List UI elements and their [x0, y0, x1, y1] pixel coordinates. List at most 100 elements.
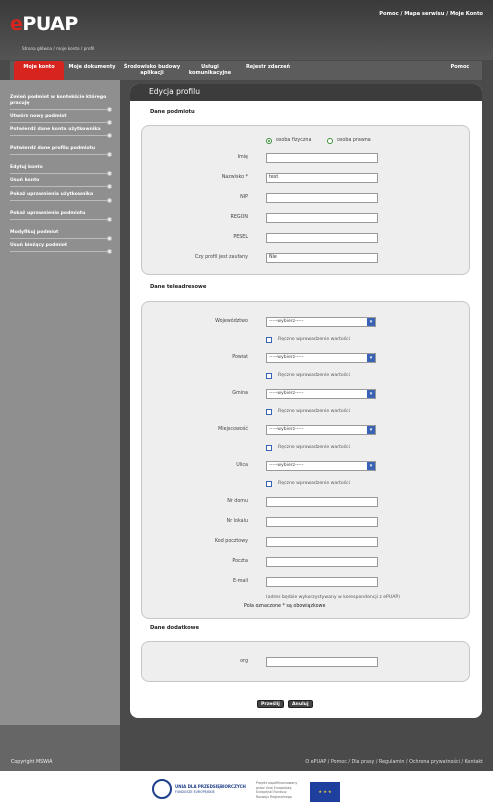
sidebar-item-usun-podmiot[interactable]: Usuń bieżący podmiot: [10, 243, 112, 254]
copyright: Copyright MSWiA: [11, 760, 53, 765]
miejscowosc-select[interactable]: -----wybierz----- ▾: [266, 425, 376, 435]
footer-link-kontakt[interactable]: Kontakt: [465, 760, 483, 765]
eu-flag-icon: ★ ★ ★: [310, 782, 340, 802]
select-row-ulica: Ulica -----wybierz----- ▾: [142, 461, 469, 472]
select-row-miejscowosc: Miejscowość -----wybierz----- ▾: [142, 425, 469, 436]
bullet-icon: [107, 107, 112, 112]
top-links: Pomoc / Mapa serwisu / Moje Konto: [379, 11, 483, 17]
manual-wojewodztwo-checkbox[interactable]: [266, 337, 272, 343]
nav-pomoc[interactable]: Pomoc: [442, 61, 478, 80]
manual-row-miejscowosc: Ręczne wprowadzenie wartości: [142, 443, 469, 454]
manual-row-ulica: Ręczne wprowadzenie wartości: [142, 479, 469, 490]
nav-moje-konto[interactable]: Moje konto: [14, 61, 64, 80]
footer-link-o-epuap[interactable]: O ePUAP: [305, 760, 326, 765]
bullet-icon: [107, 152, 112, 157]
content-panel: Edycja profilu Dane podmiotu osoba fizyc…: [130, 84, 482, 718]
bullet-icon: [107, 171, 112, 176]
sidebar: Zmień podmiot w kontekście którego pracu…: [0, 80, 120, 771]
breadcrumb[interactable]: Strona główna / moje konto / profil: [22, 46, 94, 51]
sidebar-item-usun-konto[interactable]: Usuń konto: [10, 178, 112, 189]
select-row-gmina: Gmina -----wybierz----- ▾: [142, 389, 469, 400]
submit-button[interactable]: Prześlij: [257, 700, 284, 708]
manual-miejscowosc-checkbox[interactable]: [266, 445, 272, 451]
sidebar-item-utworz-podmiot[interactable]: Utwórz nowy podmiot: [10, 114, 112, 125]
email-field[interactable]: [266, 577, 378, 587]
nav-moje-dokumenty[interactable]: Moje dokumenty: [64, 61, 120, 80]
field-row-pesel: PESEL: [142, 233, 469, 244]
bullet-icon: [107, 249, 112, 254]
box-podmiot: osoba fizyczna osoba prawna Imię Nazwisk…: [141, 125, 470, 275]
manual-row-powiat: Ręczne wprowadzenie wartości: [142, 371, 469, 382]
help-link[interactable]: Pomoc: [379, 11, 398, 17]
manual-powiat-checkbox[interactable]: [266, 373, 272, 379]
ulica-select[interactable]: -----wybierz----- ▾: [266, 461, 376, 471]
chevron-down-icon: ▾: [367, 390, 375, 398]
field-row-imie: Imię: [142, 153, 469, 164]
nav-uslugi[interactable]: Usługi komunikacyjne: [182, 61, 238, 80]
bullet-icon: [107, 133, 112, 138]
required-note: Pola oznaczone * są obowiązkowe: [244, 604, 326, 609]
imie-input[interactable]: [266, 153, 378, 163]
nav-srodowisko[interactable]: Środowisko budowy aplikacji: [122, 61, 182, 80]
manual-ulica-checkbox[interactable]: [266, 481, 272, 487]
chevron-down-icon: ▾: [367, 426, 375, 434]
field-row-poczta: Poczta: [142, 557, 469, 568]
my-account-link[interactable]: Moje Konto: [450, 11, 483, 17]
regon-input[interactable]: [266, 213, 378, 223]
poczta-input[interactable]: [266, 557, 378, 567]
nr-lokalu-input[interactable]: [266, 517, 378, 527]
footer-link-regulamin[interactable]: Regulamin: [379, 760, 404, 765]
bullet-icon: [107, 198, 112, 203]
field-row-nr-domu: Nr domu: [142, 497, 469, 508]
funding-logos: UNIA DLA PRZEDSIĘBIORCZYCH FUNDUSZE EURO…: [0, 771, 493, 809]
sidebar-item-zmien-podmiot[interactable]: Zmień podmiot w kontekście którego pracu…: [10, 95, 112, 112]
wojewodztwo-select[interactable]: -----wybierz----- ▾: [266, 317, 376, 327]
field-row-regon: REGON: [142, 213, 469, 224]
pesel-input[interactable]: [266, 233, 378, 243]
bullet-icon: [107, 217, 112, 222]
footer-link-dla-prasy[interactable]: Dla prasy: [352, 760, 375, 765]
org-input[interactable]: [266, 657, 378, 667]
footer-link-ochrona[interactable]: Ochrona prywatności: [409, 760, 460, 765]
sidebar-item-potwierdz-profil[interactable]: Potwierdź dane profilu podmiotu: [10, 146, 112, 157]
cancel-button[interactable]: Anuluj: [288, 700, 313, 708]
gmina-select[interactable]: -----wybierz----- ▾: [266, 389, 376, 399]
manual-row-gmina: Ręczne wprowadzenie wartości: [142, 407, 469, 418]
email-note: (adres będzie wykorzystywany w korespond…: [266, 595, 400, 600]
main-nav: Moje konto Moje dokumenty Środowisko bud…: [10, 61, 482, 80]
select-row-powiat: Powiat -----wybierz----- ▾: [142, 353, 469, 364]
box-dodatkowe: org: [141, 641, 470, 682]
field-row-nip: NIP: [142, 193, 469, 204]
powiat-select[interactable]: -----wybierz----- ▾: [266, 353, 376, 363]
sidebar-item-potwierdz-konto[interactable]: Potwierdź dane konta użytkownika: [10, 127, 112, 138]
nr-domu-input[interactable]: [266, 497, 378, 507]
sidebar-item-edytuj-konto[interactable]: Edytuj konto: [10, 165, 112, 176]
bullet-icon: [107, 236, 112, 241]
chevron-down-icon: ▾: [367, 318, 375, 326]
section-title-dodatkowe: Dane dodatkowe: [150, 625, 199, 631]
sidebar-item-uprawnienia-uzytkownika[interactable]: Pokaż uprawnienia użytkownika: [10, 192, 112, 203]
field-row-org: org: [142, 657, 469, 668]
epuap-logo[interactable]: ePUAP: [10, 13, 78, 35]
select-row-wojewodztwo: Województwo -----wybierz----- ▾: [142, 317, 469, 328]
sidebar-item-modyfikuj-podmiot[interactable]: Modyfikuj podmiot: [10, 230, 112, 241]
manual-gmina-checkbox[interactable]: [266, 409, 272, 415]
zaufany-input[interactable]: Nie: [266, 253, 378, 263]
section-title-teleadresowe: Dane teleadresowe: [150, 284, 207, 290]
eu-text: Projekt współfinansowany przez Unię Euro…: [256, 781, 298, 799]
field-row-email: E-mail: [142, 577, 469, 588]
kod-pocztowy-input[interactable]: [266, 537, 378, 547]
compass-logo-icon: [152, 779, 172, 799]
radio-osoba-fizyczna[interactable]: [266, 138, 272, 144]
footer-links: O ePUAP / Pomoc / Dla prasy / Regulamin …: [305, 760, 483, 765]
bullet-icon: [107, 184, 112, 189]
sidebar-item-uprawnienia-podmiotu[interactable]: Pokaż uprawnienia podmiotu: [10, 211, 112, 222]
nav-rejestr[interactable]: Rejestr zdarzeń: [240, 61, 296, 80]
field-row-kod-pocztowy: Kod pocztowy: [142, 537, 469, 548]
radio-osoba-prawna[interactable]: [327, 138, 333, 144]
sitemap-link[interactable]: Mapa serwisu: [404, 11, 444, 17]
page-title: Edycja profilu: [130, 84, 482, 101]
footer-link-pomoc[interactable]: Pomoc: [331, 760, 347, 765]
nazwisko-input[interactable]: test: [266, 173, 378, 183]
nip-input[interactable]: [266, 193, 378, 203]
